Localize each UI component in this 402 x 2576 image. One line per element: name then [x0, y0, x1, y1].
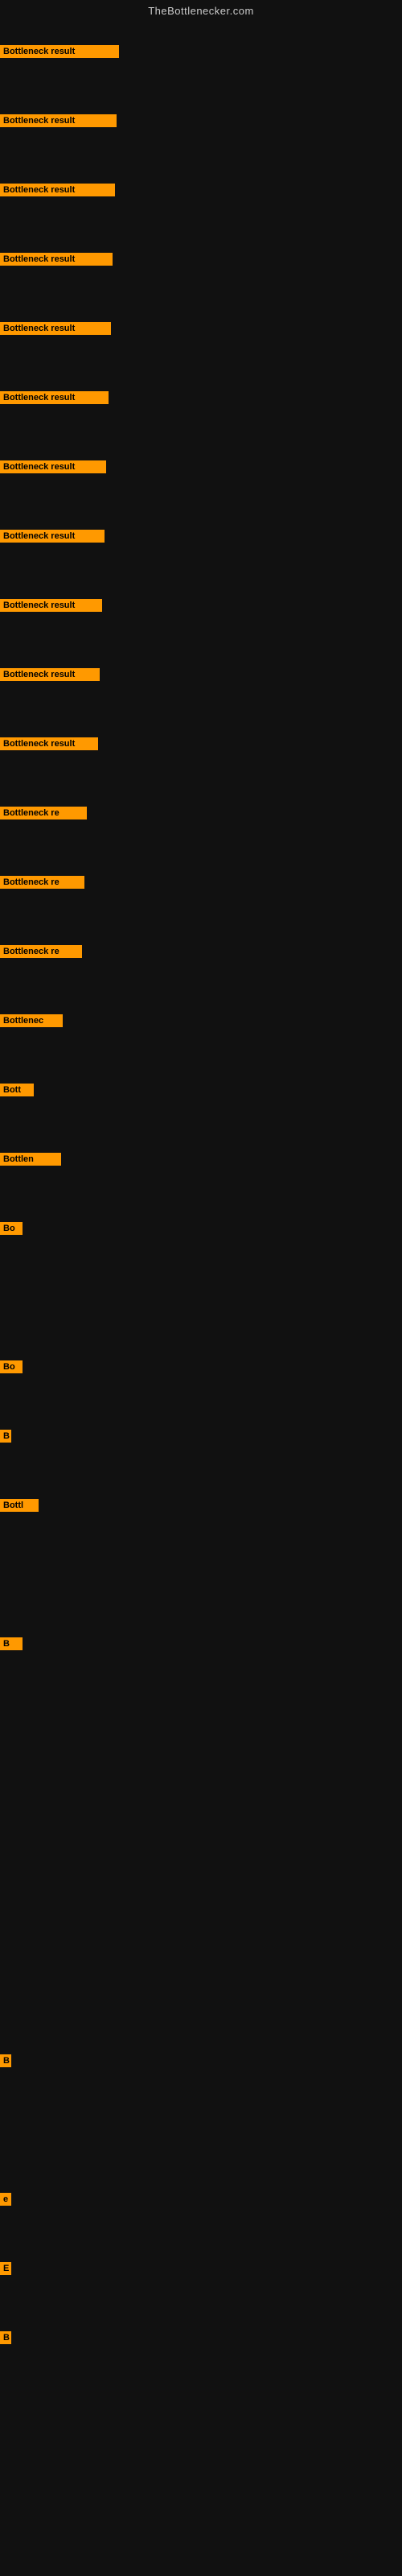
bottleneck-bar-10: Bottleneck result: [0, 737, 98, 750]
bottleneck-bar-7: Bottleneck result: [0, 530, 105, 543]
bottleneck-bar-0: Bottleneck result: [0, 45, 119, 58]
bottleneck-bar-22: B: [0, 2054, 11, 2067]
bottleneck-bar-17: Bo: [0, 1222, 23, 1235]
bottleneck-bar-15: Bott: [0, 1084, 34, 1096]
bottleneck-bar-12: Bottleneck re: [0, 876, 84, 889]
bottleneck-bar-1: Bottleneck result: [0, 114, 117, 127]
bottleneck-bar-21: B: [0, 1637, 23, 1650]
bottleneck-bar-20: Bottl: [0, 1499, 39, 1512]
bottleneck-bar-2: Bottleneck result: [0, 184, 115, 196]
bottleneck-bar-16: Bottlen: [0, 1153, 61, 1166]
bottleneck-bar-4: Bottleneck result: [0, 322, 111, 335]
bottleneck-bar-13: Bottleneck re: [0, 945, 82, 958]
bottleneck-bar-23: e: [0, 2193, 11, 2206]
bottleneck-bar-24: E: [0, 2262, 11, 2275]
bottleneck-bar-11: Bottleneck re: [0, 807, 87, 819]
bottleneck-bar-6: Bottleneck result: [0, 460, 106, 473]
bottleneck-bar-5: Bottleneck result: [0, 391, 109, 404]
bottleneck-bar-14: Bottlenec: [0, 1014, 63, 1027]
bottleneck-bar-19: B: [0, 1430, 11, 1443]
bottleneck-bar-25: B: [0, 2331, 11, 2344]
site-title: TheBottlenecker.com: [0, 0, 402, 20]
bottleneck-bar-8: Bottleneck result: [0, 599, 102, 612]
bottleneck-bar-9: Bottleneck result: [0, 668, 100, 681]
bottleneck-bar-3: Bottleneck result: [0, 253, 113, 266]
bottleneck-bar-18: Bo: [0, 1360, 23, 1373]
